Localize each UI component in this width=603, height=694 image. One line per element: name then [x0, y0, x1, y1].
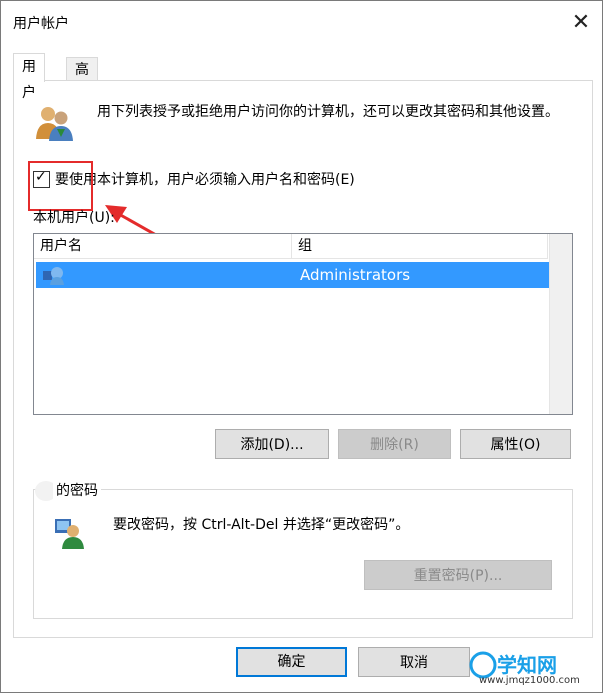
ok-button[interactable]: 确定	[236, 647, 347, 677]
row-group: Administrators	[300, 266, 411, 284]
window-title: 用户帐户	[13, 16, 69, 32]
password-group	[33, 489, 573, 619]
user-accounts-dialog: 用户帐户 ✕ 用户 高级 用下列表授予或拒绝用户访问你的计算机，还可以更改其密码…	[0, 0, 603, 693]
tab-users[interactable]: 用户	[13, 53, 45, 101]
add-button[interactable]: 添加(D)...	[215, 429, 329, 459]
password-user-icon	[55, 519, 84, 549]
password-group-title: 的密码	[53, 480, 101, 500]
watermark-url: www.jmqz1000.com	[479, 675, 580, 686]
watermark-logo-text: 学知网	[497, 653, 557, 677]
title-bar: 用户帐户 ✕	[1, 1, 602, 43]
user-icon	[43, 267, 64, 285]
users-icon	[36, 107, 73, 141]
password-instructions: 要改密码，按 Ctrl-Alt-Del 并选择“更改密码”。	[113, 517, 410, 533]
reset-password-button[interactable]: 重置密码(P)...	[364, 560, 552, 590]
table-row[interactable]: Administrators	[36, 262, 549, 288]
local-users-list[interactable]: 用户名 组 Administrators	[33, 233, 573, 415]
remove-button[interactable]: 删除(R)	[338, 429, 451, 459]
annotation-highlight-box	[28, 161, 93, 211]
properties-button[interactable]: 属性(O)	[460, 429, 571, 459]
column-header-group[interactable]: 组	[292, 234, 548, 258]
close-icon[interactable]: ✕	[567, 9, 595, 37]
list-header: 用户名 组	[34, 234, 548, 259]
cancel-button[interactable]: 取消	[358, 647, 470, 677]
local-users-label: 本机用户(U):	[33, 210, 115, 226]
list-scrollbar[interactable]	[549, 234, 572, 414]
require-login-label[interactable]: 要使用本计算机，用户必须输入用户名和密码(E)	[55, 169, 355, 189]
column-header-username[interactable]: 用户名	[34, 234, 292, 258]
tab-advanced[interactable]: 高级	[66, 57, 98, 102]
intro-text: 用下列表授予或拒绝用户访问你的计算机，还可以更改其密码和其他设置。	[97, 104, 559, 120]
